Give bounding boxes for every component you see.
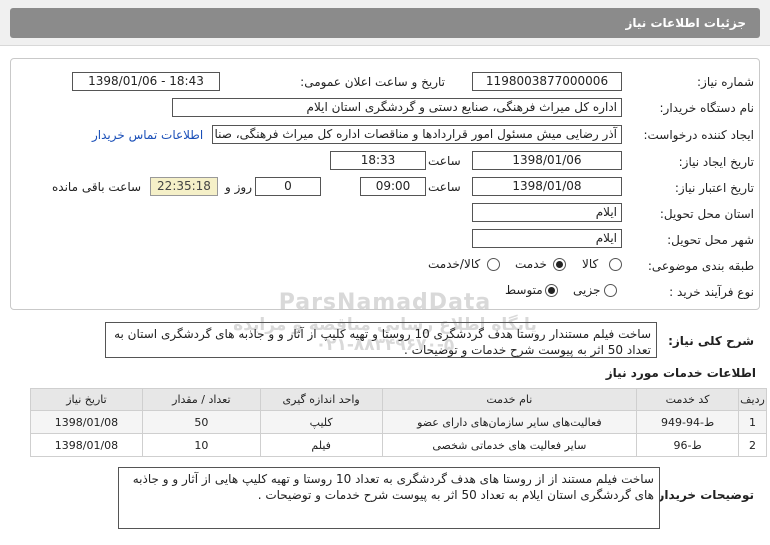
cell-row: 2 — [738, 433, 767, 457]
cell-name: سایر فعالیت های خدماتی شخصی — [381, 433, 638, 457]
category-radio-goods-service[interactable] — [487, 258, 500, 271]
table-header-row: ردیف کد خدمت نام خدمت واحد اندازه گیری ت… — [30, 388, 767, 411]
page-header: جزئیات اطلاعات نیاز — [0, 0, 770, 46]
category-label: طبقه بندی موضوعی: — [647, 259, 754, 273]
created-date-field: 1398/01/06 — [472, 151, 622, 170]
table-row: 2 ط-96 سایر فعالیت های خدماتی شخصی فیلم … — [30, 433, 767, 457]
announce-label: تاریخ و ساعت اعلان عمومی: — [300, 75, 445, 89]
remaining-time-field: 22:35:18 — [150, 177, 218, 196]
need-number-label: شماره نیاز: — [697, 75, 754, 89]
cell-code: ط-96 — [636, 433, 740, 457]
cell-qty: 10 — [141, 433, 261, 457]
validity-time-label: ساعت — [428, 180, 461, 194]
col-code: کد خدمت — [636, 388, 740, 411]
table-row: 1 ط-94-949 فعالیت‌های سایر سازمان‌های دا… — [30, 410, 767, 434]
city-label: شهر محل تحویل: — [667, 233, 754, 247]
category-option-goods: کالا — [582, 257, 599, 271]
col-name: نام خدمت — [381, 388, 638, 411]
buyer-notes-field: ساخت فیلم مستند از از روستا های هدف گردش… — [118, 467, 660, 529]
requester-label: ایجاد کننده درخواست: — [643, 128, 754, 142]
cell-unit: کلیپ — [259, 410, 383, 434]
process-radio-medium[interactable] — [545, 284, 558, 297]
cell-qty: 50 — [141, 410, 261, 434]
page-title: جزئیات اطلاعات نیاز — [10, 8, 760, 38]
city-field: ایلام — [472, 229, 622, 248]
col-qty: تعداد / مقدار — [141, 388, 261, 411]
created-date-label: تاریخ ایجاد نیاز: — [678, 155, 754, 169]
remaining-label: ساعت باقی مانده — [52, 180, 142, 194]
cell-name: فعالیت‌های سایر سازمان‌های دارای عضو — [381, 410, 638, 434]
created-time-label: ساعت — [428, 154, 461, 168]
created-time-field: 18:33 — [330, 151, 426, 170]
summary-label: شرح کلی نیاز: — [668, 334, 754, 348]
need-number-field: 1198003877000006 — [472, 72, 622, 91]
process-radio-minor[interactable] — [604, 284, 617, 297]
province-field: ایلام — [472, 203, 622, 222]
col-date: تاریخ نیاز — [30, 388, 143, 411]
cell-date: 1398/01/08 — [30, 410, 143, 434]
category-option-goods-service: کالا/خدمت — [428, 257, 481, 271]
province-label: استان محل تحویل: — [659, 207, 754, 221]
requester-field: آذر رضایی میش مسئول امور قراردادها و منا… — [212, 125, 622, 144]
announce-datetime-field: 1398/01/06 - 18:43 — [72, 72, 220, 91]
category-radio-service[interactable] — [553, 258, 566, 271]
services-table: ردیف کد خدمت نام خدمت واحد اندازه گیری ت… — [30, 388, 767, 457]
validity-date-field: 1398/01/08 — [472, 177, 622, 196]
process-option-minor: جزیی — [573, 283, 601, 297]
cell-date: 1398/01/08 — [30, 433, 143, 457]
contact-buyer-link[interactable]: اطلاعات تماس خریدار — [92, 128, 203, 142]
buyer-notes-label: توضیحات خریدار: — [652, 488, 754, 502]
buyer-label: نام دستگاه خریدار: — [659, 101, 755, 115]
summary-field: ساخت فیلم مستندار روستا هدف گردشگری 10 ر… — [105, 322, 657, 358]
buyer-field: اداره کل میراث فرهنگی، صنایع دستی و گردش… — [172, 98, 622, 117]
cell-row: 1 — [738, 410, 767, 434]
days-label: روز و — [225, 180, 252, 194]
validity-time-field: 09:00 — [360, 177, 426, 196]
watermark-brand: ParsNamadData — [278, 290, 492, 315]
category-option-service: خدمت — [515, 257, 547, 271]
remaining-days-field: 0 — [255, 177, 321, 196]
process-label: نوع فرآیند خرید : — [669, 285, 754, 299]
services-title: اطلاعات خدمات مورد نیاز — [605, 366, 756, 380]
cell-code: ط-94-949 — [636, 410, 740, 434]
validity-date-label: تاریخ اعتبار نیاز: — [674, 181, 754, 195]
col-row: ردیف — [738, 388, 767, 411]
cell-unit: فیلم — [259, 433, 383, 457]
category-radio-goods[interactable] — [609, 258, 622, 271]
col-unit: واحد اندازه گیری — [259, 388, 383, 411]
